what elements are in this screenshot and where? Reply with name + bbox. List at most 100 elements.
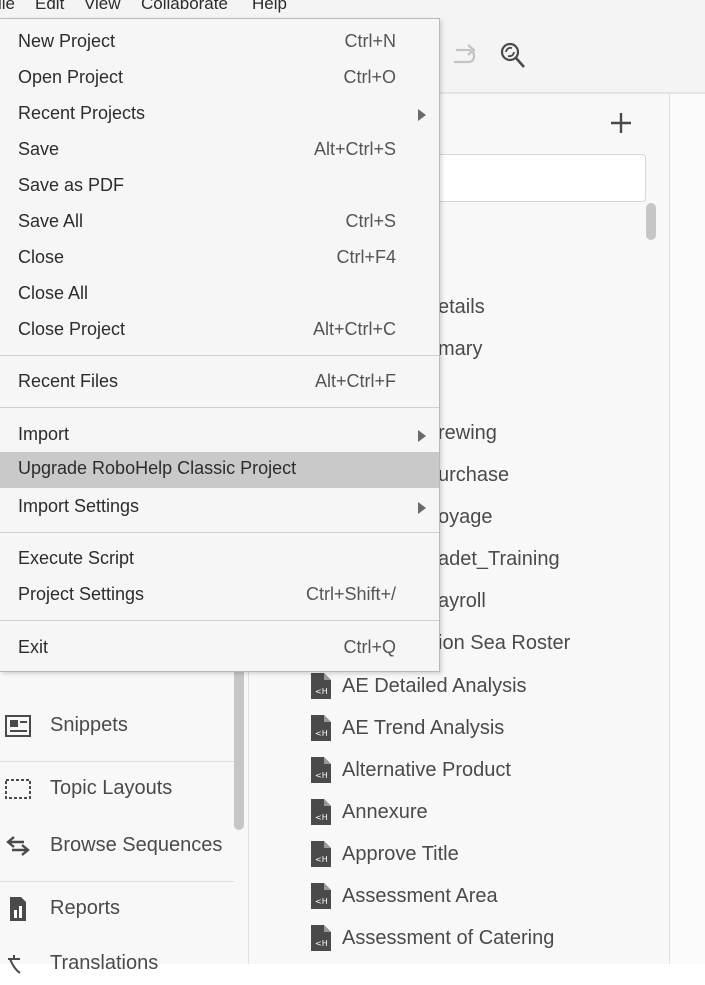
menu-separator [0,407,439,408]
topic-label-partial[interactable]: etails [438,296,485,319]
topic-label-partial[interactable]: rewing [438,422,497,445]
menu-item-label: Save [18,139,60,159]
menu-separator [0,355,439,356]
menu-item-label: Recent Projects [18,103,146,123]
menu-item-execute-script[interactable]: Execute Script [0,542,439,578]
menu-separator [0,532,439,533]
svg-text:<H: <H [315,897,328,906]
menu-help[interactable]: Help [252,0,287,14]
topic-file-icon: <H [311,841,331,867]
menu-item-recent-files[interactable]: Recent Files Alt+Ctrl+F [0,365,439,401]
menu-item-project-settings[interactable]: Project Settings Ctrl+Shift+/ [0,578,439,614]
menu-collaborate[interactable]: Collaborate [141,0,228,14]
nav-item-translations[interactable]: Translations [0,945,232,985]
menu-item-open-project[interactable]: Open Project Ctrl+O [0,61,439,97]
topic-file-icon: <H [311,925,331,951]
topic-file-icon: <H [311,715,331,741]
topic-label-partial[interactable]: urchase [438,464,509,487]
svg-text:<H: <H [315,855,328,864]
svg-text:<H: <H [315,687,328,696]
add-icon[interactable] [608,110,634,136]
topic-file-icon: <H [311,757,331,783]
menu-item-label: Import [18,424,70,444]
menu-separator [0,620,439,621]
nav-item-snippets[interactable]: Snippets [0,707,232,747]
menu-item-label: Save All [18,211,84,231]
menu-item-shortcut: Alt+Ctrl+S [313,139,396,159]
menu-item-label: Close All [18,283,89,303]
topic-label: AE Detailed Analysis [342,675,527,697]
topic-label: Approve Title [342,843,459,865]
menu-item-close-all[interactable]: Close All [0,277,439,313]
topics-search-input[interactable] [420,154,646,202]
topic-file-icon: <H [311,799,331,825]
topic-label: Assessment Area [342,885,498,907]
menu-item-shortcut: Alt+Ctrl+F [314,371,396,391]
snippet-icon [5,715,31,737]
menu-item-exit[interactable]: Exit Ctrl+Q [0,631,439,667]
submenu-arrow-icon [418,430,426,442]
menu-item-save-all[interactable]: Save All Ctrl+S [0,205,439,241]
svg-text:<H: <H [315,939,328,948]
find-replace-icon[interactable] [497,40,527,70]
report-icon [10,897,26,921]
menu-item-shortcut: Ctrl+O [343,67,396,87]
menu-bar: ile Edit View Collaborate Help [0,0,705,18]
menu-item-shortcut: Ctrl+N [344,31,396,51]
menu-item-import[interactable]: Import [0,418,439,454]
topic-label: AE Trend Analysis [342,717,505,739]
menu-item-shortcut: Ctrl+F4 [336,247,396,267]
nav-item-label: Reports [50,897,121,919]
topic-file-icon: <H [311,673,331,699]
nav-divider [0,761,234,762]
menu-item-label: Exit [18,637,49,657]
nav-item-label: Topic Layouts [50,777,173,799]
menu-file[interactable]: ile [0,0,15,14]
topic-label: Alternative Product [342,759,511,781]
nav-item-label: Snippets [50,714,128,736]
translation-icon [8,955,21,974]
redo-icon[interactable] [448,40,478,70]
menu-edit[interactable]: Edit [35,0,64,14]
menu-item-close[interactable]: Close Ctrl+F4 [0,241,439,277]
menu-item-shortcut: Ctrl+Shift+/ [305,584,396,604]
menu-item-recent-projects[interactable]: Recent Projects [0,97,439,133]
menu-item-label: Open Project [18,67,124,87]
nav-item-topic-layouts[interactable]: Topic Layouts [0,770,232,810]
menu-item-label: Execute Script [18,548,135,568]
menu-item-save-as-pdf[interactable]: Save as PDF [0,169,439,205]
menu-item-new-project[interactable]: New Project Ctrl+N [0,25,439,61]
menu-item-import-settings[interactable]: Import Settings [0,490,439,526]
menu-item-label: Recent Files [18,371,119,391]
menu-item-label: Import Settings [18,496,140,516]
browse-sequence-icon [6,836,30,856]
menu-item-label: Save as PDF [18,175,125,195]
file-menu: New Project Ctrl+N Open Project Ctrl+O R… [0,18,440,672]
menu-item-save[interactable]: Save Alt+Ctrl+S [0,133,439,169]
menu-item-label: Close Project [18,319,126,339]
menu-item-label: Upgrade RoboHelp Classic Project [18,458,297,478]
svg-text:<H: <H [315,771,328,780]
topic-label: Annexure [342,801,428,823]
svg-text:<H: <H [315,729,328,738]
nav-item-browse-sequences[interactable]: Browse Sequences [0,827,232,867]
topics-scrollbar[interactable] [646,203,656,240]
topic-label: Assessment of Catering [342,927,555,949]
menu-item-close-project[interactable]: Close Project Alt+Ctrl+C [0,313,439,349]
topic-label-partial[interactable]: ion Sea Roster [438,632,570,655]
submenu-arrow-icon [418,502,426,514]
menu-item-label: New Project [18,31,116,51]
submenu-arrow-icon [418,109,426,121]
menu-item-label: Project Settings [18,584,145,604]
topic-label-partial[interactable]: adet_Training [438,548,560,571]
topic-label-partial[interactable]: ayroll [438,590,486,613]
nav-item-reports[interactable]: Reports [0,890,232,930]
topic-label-partial[interactable]: oyage [438,506,493,529]
menu-view[interactable]: View [84,0,121,14]
topic-label-partial[interactable]: mary [438,338,482,361]
menu-item-shortcut: Ctrl+S [345,211,396,231]
nav-divider [0,881,234,882]
menu-item-upgrade-robohelp-classic[interactable]: Upgrade RoboHelp Classic Project [0,452,439,488]
topic-file-icon: <H [311,883,331,909]
svg-text:<H: <H [315,813,328,822]
